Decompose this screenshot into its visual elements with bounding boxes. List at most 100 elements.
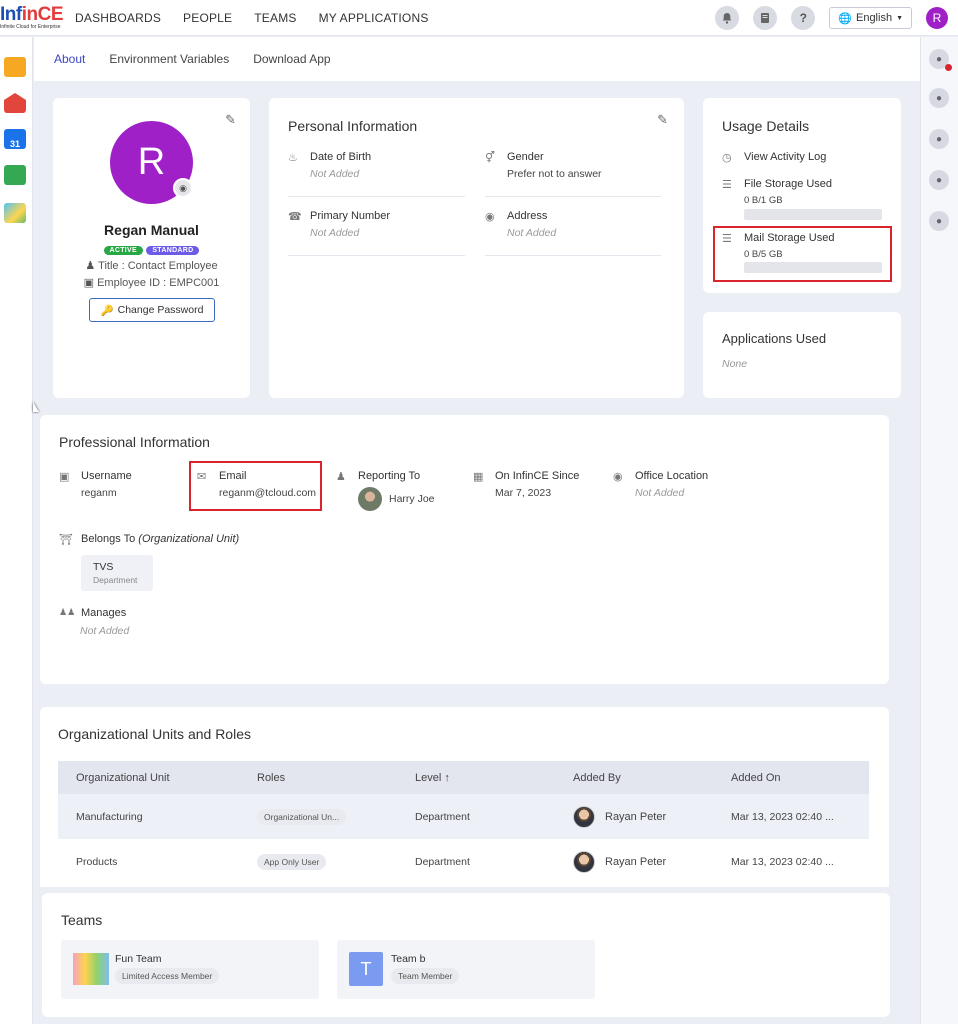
activity-log-label: View Activity Log [744, 151, 827, 163]
col-added-by[interactable]: Added By [573, 761, 731, 794]
team-letter-avatar: T [349, 952, 383, 986]
calendar-app-icon[interactable]: 31 [4, 129, 26, 149]
cell-level: Department [415, 794, 573, 839]
photos-app-icon[interactable] [4, 203, 26, 223]
col-roles[interactable]: Roles [257, 761, 415, 794]
profile-employee-id: Employee ID : EMPC001 [97, 277, 220, 289]
top-navigation: InfinCE Infinite Cloud for Enterprise DA… [0, 0, 958, 36]
tab-about[interactable]: About [54, 52, 85, 66]
mouse-cursor-icon [33, 402, 39, 412]
key-icon: 🔑 [100, 304, 114, 317]
col-added-on[interactable]: Added On [731, 761, 869, 794]
team-item[interactable]: T Team b Team Member [337, 940, 595, 999]
cell-added-on: Mar 13, 2023 02:40 ... [731, 794, 869, 839]
main-nav: DASHBOARDS PEOPLE TEAMS MY APPLICATIONS [75, 11, 429, 25]
brand-name-part1: Inf [0, 3, 22, 25]
org-units-table: Organizational Unit Roles Level ↑ Added … [58, 761, 869, 884]
nav-people[interactable]: PEOPLE [183, 11, 232, 25]
apps-used-value: None [722, 358, 748, 370]
gender-icon: ⚥ [485, 152, 495, 164]
col-level[interactable]: Level ↑ [415, 761, 573, 794]
team-role-pill: Team Member [391, 968, 460, 984]
cell-level: Department [415, 839, 573, 884]
file-storage-label: File Storage Used [744, 178, 833, 190]
language-selector[interactable]: 🌐 English ▼ [829, 7, 912, 29]
table-row[interactable]: Products App Only User Department Rayan … [58, 839, 869, 884]
address-label: Address [507, 210, 548, 222]
since-label: On InfinCE Since [495, 470, 580, 482]
nav-dashboards[interactable]: DASHBOARDS [75, 11, 161, 25]
added-by-name: Rayan Peter [605, 855, 667, 868]
location-pin-icon: ◉ [613, 471, 623, 483]
col-org-unit[interactable]: Organizational Unit [58, 761, 257, 794]
team-name: Team b [391, 953, 426, 965]
notification-bell-icon[interactable] [715, 6, 740, 30]
teams-title: Teams [61, 912, 103, 928]
nav-teams[interactable]: TEAMS [254, 11, 296, 25]
unit-type: Department [93, 575, 138, 585]
edit-profile-icon[interactable]: ✎ [225, 112, 236, 128]
personal-info-title: Personal Information [288, 118, 418, 134]
profile-name: Regan Manual [104, 222, 199, 238]
team-name: Fun Team [115, 953, 162, 965]
change-password-button[interactable]: 🔑 Change Password [89, 298, 215, 322]
phone-value: Not Added [310, 227, 360, 239]
building-icon: ⛩ [59, 534, 73, 546]
clock-icon: ◷ [722, 152, 732, 164]
user-profile-icon[interactable]: ● [929, 88, 949, 108]
username-label: Username [81, 470, 132, 482]
apps-used-title: Applications Used [722, 331, 827, 346]
cake-icon: ♨ [288, 152, 298, 164]
user-settings-icon[interactable]: ● [929, 129, 949, 149]
belongs-label-italic: (Organizational Unit) [138, 533, 240, 545]
mail-app-icon[interactable] [4, 93, 26, 113]
language-label: English [855, 12, 893, 24]
reporting-value[interactable]: Harry Joe [389, 493, 435, 505]
edit-personal-icon[interactable]: ✎ [657, 112, 668, 128]
profile-tabs: About Environment Variables Download App [34, 37, 920, 81]
file-storage-bar [744, 209, 882, 220]
dob-value: Not Added [310, 168, 360, 180]
group-icon[interactable]: ● [929, 170, 949, 190]
profile-title: Title : Contact Employee [98, 260, 218, 272]
table-row[interactable]: Manufacturing Organizational Un... Depar… [58, 794, 869, 839]
added-by-name: Rayan Peter [605, 810, 667, 823]
location-pin-icon: ◉ [485, 211, 495, 223]
unit-chip[interactable]: TVS Department [81, 555, 153, 591]
since-value: Mar 7, 2023 [495, 487, 552, 499]
cell-role: App Only User [257, 839, 415, 884]
office-value: Not Added [635, 487, 685, 499]
user-avatar[interactable]: R [926, 7, 948, 29]
fun-team-logo-icon [73, 953, 109, 985]
avatar [573, 805, 595, 828]
cell-unit: Products [58, 839, 257, 884]
right-utility-bar: ● ● ● ● ● [920, 37, 958, 1024]
files-app-icon[interactable] [4, 57, 26, 77]
id-badge-icon: ▣ [59, 471, 70, 483]
cell-added-by: Rayan Peter [573, 839, 731, 884]
gender-label: Gender [507, 151, 544, 163]
tasks-app-icon[interactable] [4, 165, 26, 185]
nav-my-applications[interactable]: MY APPLICATIONS [319, 11, 429, 25]
camera-icon[interactable]: ◉ [173, 178, 193, 198]
change-password-label: Change Password [117, 304, 204, 316]
person-tie-icon: ♟ [85, 260, 96, 272]
file-storage-value: 0 B/1 GB [744, 195, 783, 206]
manages-label: Manages [81, 607, 127, 619]
tab-environment-variables[interactable]: Environment Variables [109, 52, 229, 66]
tab-download-app[interactable]: Download App [253, 52, 330, 66]
brand-logo[interactable]: InfinCE Infinite Cloud for Enterprise [0, 0, 64, 36]
app-launcher-bar: 31 [0, 37, 33, 1024]
unit-name: TVS [93, 561, 114, 573]
gender-value: Prefer not to answer [507, 168, 602, 180]
applications-used-card: Applications Used None [703, 312, 901, 398]
team-role-pill: Limited Access Member [115, 968, 220, 984]
usage-title: Usage Details [722, 118, 810, 134]
help-icon[interactable]: ? [791, 6, 816, 30]
calendar-check-icon[interactable]: ● [929, 211, 949, 231]
tasks-icon[interactable] [753, 6, 778, 30]
team-item[interactable]: Fun Team Limited Access Member [61, 940, 319, 999]
office-label: Office Location [635, 470, 709, 482]
personal-info-card: Personal Information ✎ ♨ Date of Birth N… [269, 98, 684, 398]
teams-card: Teams Fun Team Limited Access Member T T… [42, 893, 890, 1017]
